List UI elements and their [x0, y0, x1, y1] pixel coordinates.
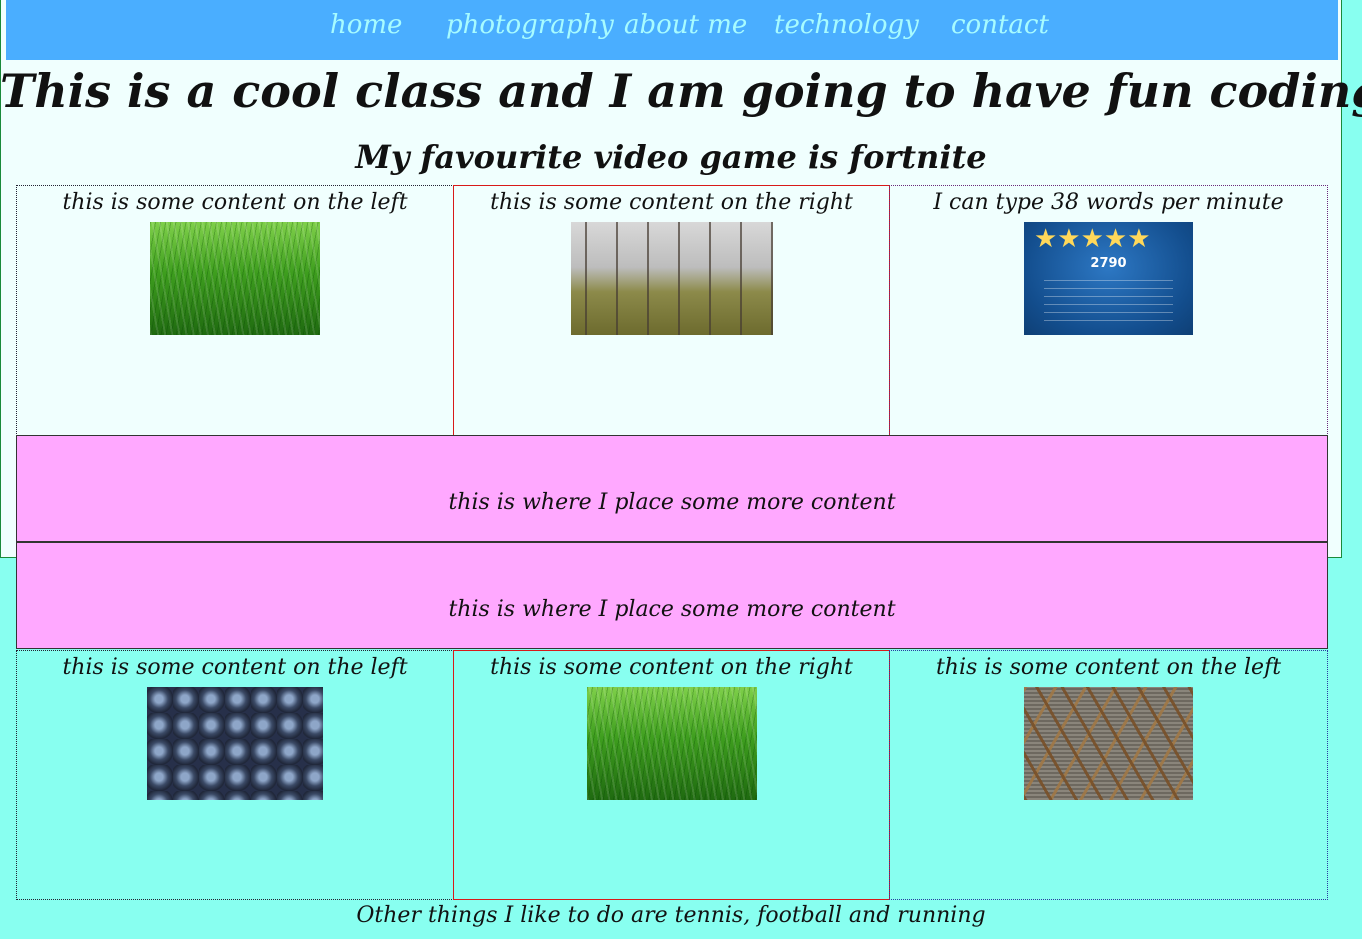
nav-link-home[interactable]: home — [330, 10, 402, 40]
content-band-2: this is where I place some more content — [16, 542, 1328, 649]
cell-caption: this is some content on the right — [490, 190, 853, 215]
content-cell-middle-2: this is some content on the right — [453, 650, 890, 900]
star-rating-icon: ★★★★★ — [1034, 224, 1151, 254]
content-cell-left-2: this is some content on the left — [16, 650, 454, 900]
cell-caption: this is some content on the left — [935, 655, 1282, 680]
page-title: This is a cool class and I am going to h… — [0, 64, 1362, 118]
navbar: home photography about me technology con… — [6, 0, 1338, 60]
content-band-1: this is where I place some more content — [16, 435, 1328, 542]
footer-text: Other things I like to do are tennis, fo… — [356, 903, 986, 928]
cell-caption: I can type 38 words per minute — [933, 190, 1284, 215]
content-cell-right-2: this is some content on the left — [889, 650, 1328, 900]
typing-score: 2790 — [1090, 256, 1127, 271]
score-details — [1044, 280, 1173, 328]
nav-link-contact[interactable]: contact — [951, 10, 1049, 40]
grass-image — [587, 687, 757, 800]
content-cell-right: I can type 38 words per minute ★★★★★ 279… — [889, 185, 1328, 436]
band-text: this is where I place some more content — [448, 597, 896, 622]
nav-link-technology[interactable]: technology — [774, 10, 919, 40]
grass-image — [150, 222, 320, 335]
forest-image — [571, 222, 773, 335]
cell-caption: this is some content on the left — [62, 190, 408, 215]
typing-score-image: ★★★★★ 2790 — [1024, 222, 1193, 335]
page-subtitle: My favourite video game is fortnite — [355, 138, 987, 176]
blueberries-image — [147, 687, 323, 800]
content-cell-middle: this is some content on the right — [453, 185, 890, 436]
railway-tracks-image — [1024, 687, 1193, 800]
content-cell-left: this is some content on the left — [16, 185, 454, 436]
band-text: this is where I place some more content — [448, 490, 896, 515]
nav-link-about-me[interactable]: about me — [624, 10, 747, 40]
cell-caption: this is some content on the right — [490, 655, 853, 680]
cell-caption: this is some content on the left — [62, 655, 408, 680]
nav-link-photography[interactable]: photography — [446, 10, 614, 40]
